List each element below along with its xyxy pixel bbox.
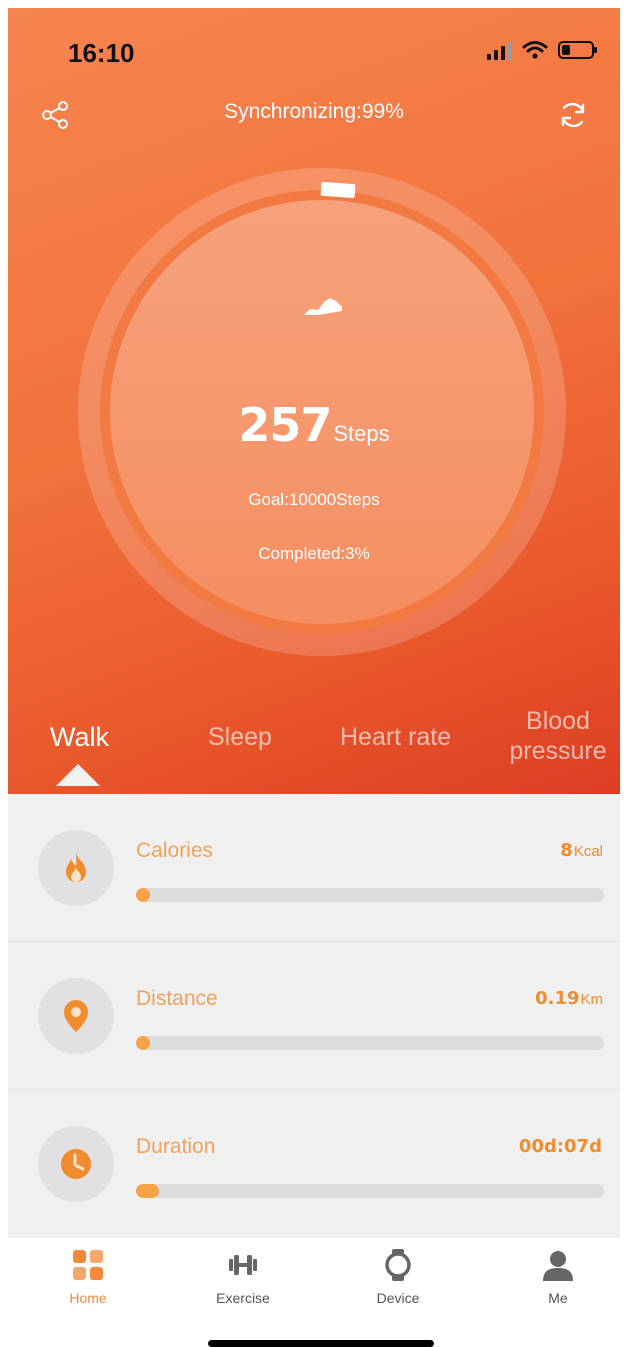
metric-value: 0.19Km (535, 988, 603, 1009)
dumbbell-icon (229, 1255, 257, 1275)
clock-icon (61, 1149, 91, 1179)
tabbar-device[interactable]: Device (348, 1248, 448, 1306)
tabbar-home[interactable]: Home (38, 1248, 138, 1306)
progress-track (136, 888, 604, 902)
tab-walk[interactable]: Walk (50, 722, 109, 752)
wifi-icon (522, 41, 548, 59)
tabbar-label: Home (69, 1290, 107, 1306)
metric-value: 00d:07d (518, 1136, 602, 1157)
metric-icon-bg (38, 830, 114, 906)
progress-fill (136, 1184, 159, 1198)
tab-sleep[interactable]: Sleep (208, 722, 272, 752)
battery-icon (558, 41, 597, 59)
active-tab-pointer (56, 764, 100, 786)
progress-fill (136, 888, 150, 902)
metric-icon-bg (38, 978, 114, 1054)
header-panel: 16:10 Synchronizing:99% 257Steps Goal:10… (8, 8, 620, 794)
sync-status-title: Synchronizing:99% (224, 100, 404, 123)
signal-icon (487, 40, 512, 60)
metric-row-calories[interactable]: Calories 8Kcal (8, 794, 620, 942)
progress-track (136, 1184, 604, 1198)
metric-value: 8Kcal (560, 840, 603, 861)
steps-count: 257Steps (8, 398, 620, 452)
tabbar-label: Exercise (216, 1290, 270, 1306)
metric-label: Calories (136, 839, 214, 862)
tabbar-label: Me (548, 1290, 568, 1306)
steps-unit: Steps (333, 421, 390, 446)
tabbar-me[interactable]: Me (508, 1248, 608, 1306)
shoe-icon (304, 298, 342, 315)
progress-indicator (320, 181, 356, 199)
status-time: 16:10 (68, 38, 135, 68)
progress-track (136, 1036, 604, 1050)
progress-fill (136, 1036, 150, 1050)
metric-label: Distance (136, 987, 218, 1010)
bottom-tab-bar: Home Exercise Device Me (8, 1238, 620, 1328)
metric-row-distance[interactable]: Distance 0.19Km (8, 942, 620, 1090)
metrics-list: Calories 8Kcal Distance 0.19Km Duration … (8, 794, 620, 1238)
flame-icon (66, 853, 86, 882)
person-icon (543, 1251, 573, 1281)
tabbar-exercise[interactable]: Exercise (193, 1248, 293, 1306)
status-icons (487, 40, 597, 60)
tab-blood-pressure[interactable]: Blood pressure (503, 706, 613, 766)
category-tabs: Walk Sleep Heart rate Blood pressure (8, 698, 620, 768)
refresh-icon[interactable] (556, 98, 590, 132)
steps-completed: Completed:3% (258, 544, 370, 563)
metric-row-duration[interactable]: Duration 00d:07d (8, 1090, 620, 1238)
steps-value: 257 (238, 398, 332, 452)
metric-icon-bg (38, 1126, 114, 1202)
home-grid-icon (73, 1250, 103, 1280)
steps-goal: Goal:10000Steps (248, 490, 380, 509)
tab-heart-rate[interactable]: Heart rate (340, 722, 451, 752)
metric-label: Duration (136, 1135, 216, 1158)
tabbar-label: Device (376, 1290, 420, 1306)
location-pin-icon (64, 1000, 88, 1032)
home-indicator (208, 1340, 434, 1347)
watch-icon (385, 1249, 411, 1281)
